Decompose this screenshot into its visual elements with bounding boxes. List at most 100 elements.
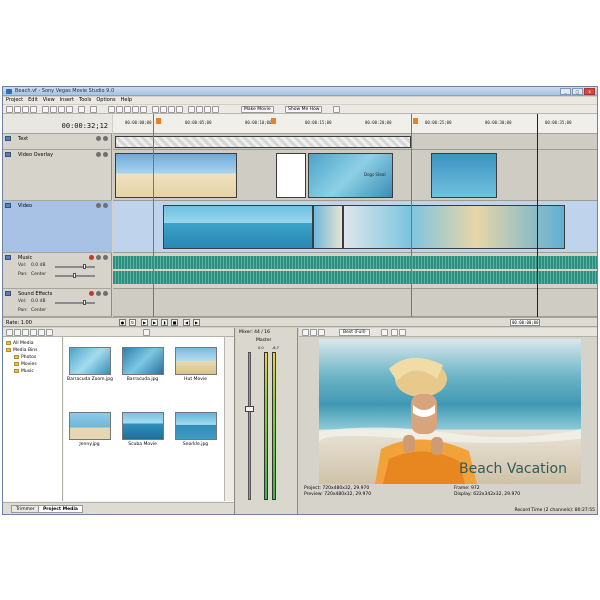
- volume-slider[interactable]: [55, 264, 95, 269]
- menu-options[interactable]: Options: [96, 97, 115, 104]
- media-item[interactable]: Barracuda.jpg: [120, 347, 165, 382]
- new-icon[interactable]: [6, 106, 13, 113]
- menu-edit[interactable]: Edit: [28, 97, 38, 104]
- master-fader[interactable]: [248, 352, 251, 500]
- solo-icon[interactable]: [103, 255, 108, 260]
- pan-slider[interactable]: [55, 273, 95, 278]
- go-to-start-icon[interactable]: ◀: [183, 319, 190, 326]
- fx-icon[interactable]: [212, 106, 219, 113]
- lane-music[interactable]: [113, 253, 597, 289]
- menu-tools[interactable]: Tools: [79, 97, 91, 104]
- undo-icon[interactable]: [78, 106, 85, 113]
- video-clip-scuba[interactable]: [163, 205, 313, 249]
- lock-icon[interactable]: [140, 106, 147, 113]
- video-clip-jenny[interactable]: [343, 205, 565, 249]
- close-button[interactable]: x: [584, 88, 595, 95]
- pan-knob[interactable]: [73, 273, 76, 278]
- external-monitor-icon[interactable]: [310, 329, 317, 336]
- media-item[interactable]: Hut Movie: [173, 347, 218, 382]
- add-marker-icon[interactable]: [188, 106, 195, 113]
- media-item[interactable]: Jenny.jpg: [67, 412, 112, 447]
- snap-icon[interactable]: [108, 106, 115, 113]
- lane-video[interactable]: [113, 201, 597, 253]
- views-icon[interactable]: [143, 329, 150, 336]
- track-header-text[interactable]: Text: [3, 134, 112, 150]
- mute-icon[interactable]: [96, 255, 101, 260]
- track-header-video[interactable]: Video: [3, 201, 112, 253]
- volume-knob[interactable]: [83, 300, 86, 305]
- maximize-button[interactable]: □: [572, 88, 583, 95]
- preview-screen[interactable]: Beach Vacation: [319, 339, 581, 484]
- mute-icon[interactable]: [96, 152, 101, 157]
- marker-icon[interactable]: [156, 118, 161, 124]
- split-screen-icon[interactable]: [318, 329, 325, 336]
- overlay-clip-beach[interactable]: [115, 153, 237, 198]
- open-icon[interactable]: [14, 106, 21, 113]
- preview-quality-select[interactable]: Best (Full): [339, 329, 370, 336]
- minimize-button[interactable]: _: [560, 88, 571, 95]
- pause-icon[interactable]: ▮: [161, 319, 168, 326]
- preview-settings-icon[interactable]: [302, 329, 309, 336]
- lane-sound-effects[interactable]: [113, 289, 597, 317]
- menu-help[interactable]: Help: [121, 97, 132, 104]
- zoom-icon[interactable]: [176, 106, 183, 113]
- tree-item-all-media[interactable]: All Media: [6, 340, 59, 347]
- menu-view[interactable]: View: [43, 97, 55, 104]
- volume-knob[interactable]: [83, 264, 86, 269]
- solo-icon[interactable]: [103, 152, 108, 157]
- track-header-music[interactable]: Music Vol: 0.0 dB Pan: Center: [3, 253, 112, 289]
- tree-item-media-bins[interactable]: Media Bins: [6, 347, 59, 354]
- media-item[interactable]: Barracuda Zoom.jpg: [67, 347, 113, 382]
- volume-slider[interactable]: [55, 300, 95, 305]
- envelope-edit-icon[interactable]: [160, 106, 167, 113]
- capture-icon[interactable]: [14, 329, 21, 336]
- time-ruler[interactable]: 00:00:00;00 00:00:05;00 00:00:10;00 00:0…: [113, 114, 597, 134]
- arm-record-icon[interactable]: [89, 291, 94, 296]
- menu-project[interactable]: Project: [6, 97, 23, 104]
- playhead[interactable]: [537, 114, 538, 317]
- media-scrollbar[interactable]: [224, 337, 234, 501]
- copy-icon[interactable]: [50, 106, 57, 113]
- make-movie-button[interactable]: Make Movie: [241, 106, 274, 113]
- overlay-clip-fish[interactable]: Dogs Steal: [308, 153, 393, 198]
- import-icon[interactable]: [6, 329, 13, 336]
- tab-trimmer[interactable]: Trimmer: [11, 505, 40, 513]
- loop-icon[interactable]: ↻: [129, 319, 136, 326]
- media-fx-icon[interactable]: [38, 329, 45, 336]
- overlay-clip-blank[interactable]: [276, 153, 306, 198]
- text-clip[interactable]: [115, 136, 411, 148]
- timeline[interactable]: 00:00:00;00 00:00:05;00 00:00:10;00 00:0…: [113, 114, 597, 317]
- save-icon[interactable]: [22, 106, 29, 113]
- lane-video-overlay[interactable]: Dogs Steal: [113, 150, 597, 201]
- tree-item-photos[interactable]: Photos: [6, 354, 59, 361]
- print-icon[interactable]: [30, 106, 37, 113]
- solo-icon[interactable]: [103, 203, 108, 208]
- selection-edit-icon[interactable]: [168, 106, 175, 113]
- cut-icon[interactable]: [42, 106, 49, 113]
- mute-icon[interactable]: [96, 136, 101, 141]
- paste-icon[interactable]: [58, 106, 65, 113]
- title-bar[interactable]: Beach.vf - Sony Vegas Movie Studio 9.0 _…: [3, 87, 597, 96]
- play-icon[interactable]: ▶: [151, 319, 158, 326]
- menu-insert[interactable]: Insert: [60, 97, 74, 104]
- auto-ripple-icon[interactable]: [132, 106, 139, 113]
- delete-icon[interactable]: [66, 106, 73, 113]
- help-icon[interactable]: [333, 106, 340, 113]
- mute-icon[interactable]: [96, 203, 101, 208]
- tree-item-music[interactable]: Music: [6, 368, 59, 375]
- go-to-end-icon[interactable]: ▶: [193, 319, 200, 326]
- properties-icon[interactable]: [30, 329, 37, 336]
- record-icon[interactable]: ●: [119, 319, 126, 326]
- normal-edit-icon[interactable]: [152, 106, 159, 113]
- master-fader-knob[interactable]: [245, 406, 254, 412]
- media-item[interactable]: Scuba Movie: [120, 412, 165, 447]
- marker-icon[interactable]: [271, 118, 276, 124]
- media-item[interactable]: Snorkle.jpg: [173, 412, 218, 447]
- region-icon[interactable]: [196, 106, 203, 113]
- play-from-start-icon[interactable]: ▶: [141, 319, 148, 326]
- snapshot-icon[interactable]: [204, 106, 211, 113]
- marker-icon[interactable]: [413, 118, 418, 124]
- track-header-sound-effects[interactable]: Sound Effects Vol: 0.0 dB Pan: Center: [3, 289, 112, 317]
- solo-icon[interactable]: [103, 136, 108, 141]
- copy-snapshot-icon[interactable]: [391, 329, 398, 336]
